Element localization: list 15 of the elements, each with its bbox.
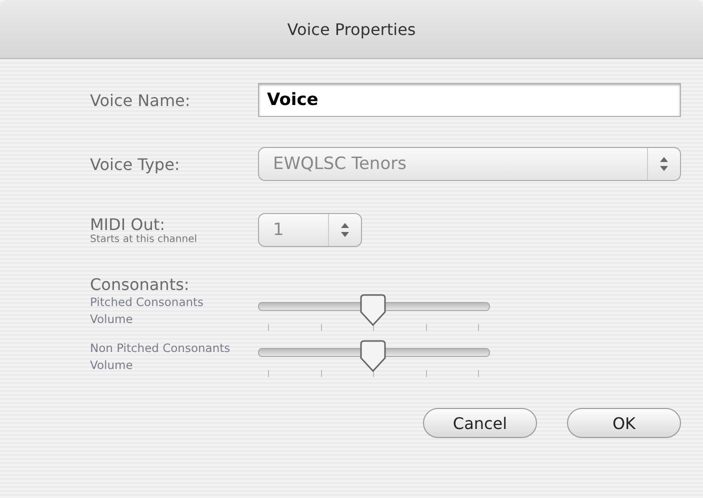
dialog-button[interactable]: Cancel [423, 408, 537, 438]
midi-out-hint: Starts at this channel [90, 234, 198, 245]
consonants-heading: Consonants: [90, 275, 190, 294]
voice-name-label: Voice Name: [90, 90, 192, 110]
slider-label: Pitched Consonants Volume [90, 294, 205, 328]
slider-thumb[interactable] [359, 340, 387, 372]
voice-name-field[interactable]: Voice [258, 83, 681, 117]
stepper-arrows-icon [659, 156, 669, 172]
window-title: Voice Properties [287, 20, 416, 38]
dialog-button[interactable]: OK [567, 408, 681, 438]
slider-thumb[interactable] [359, 294, 387, 326]
voice-type-label: Voice Type: [90, 154, 181, 174]
slider-label: Non Pitched Consonants Volume [90, 340, 232, 374]
stepper-arrows-icon [340, 222, 350, 238]
midi-out-label: MIDI Out: [90, 215, 166, 234]
